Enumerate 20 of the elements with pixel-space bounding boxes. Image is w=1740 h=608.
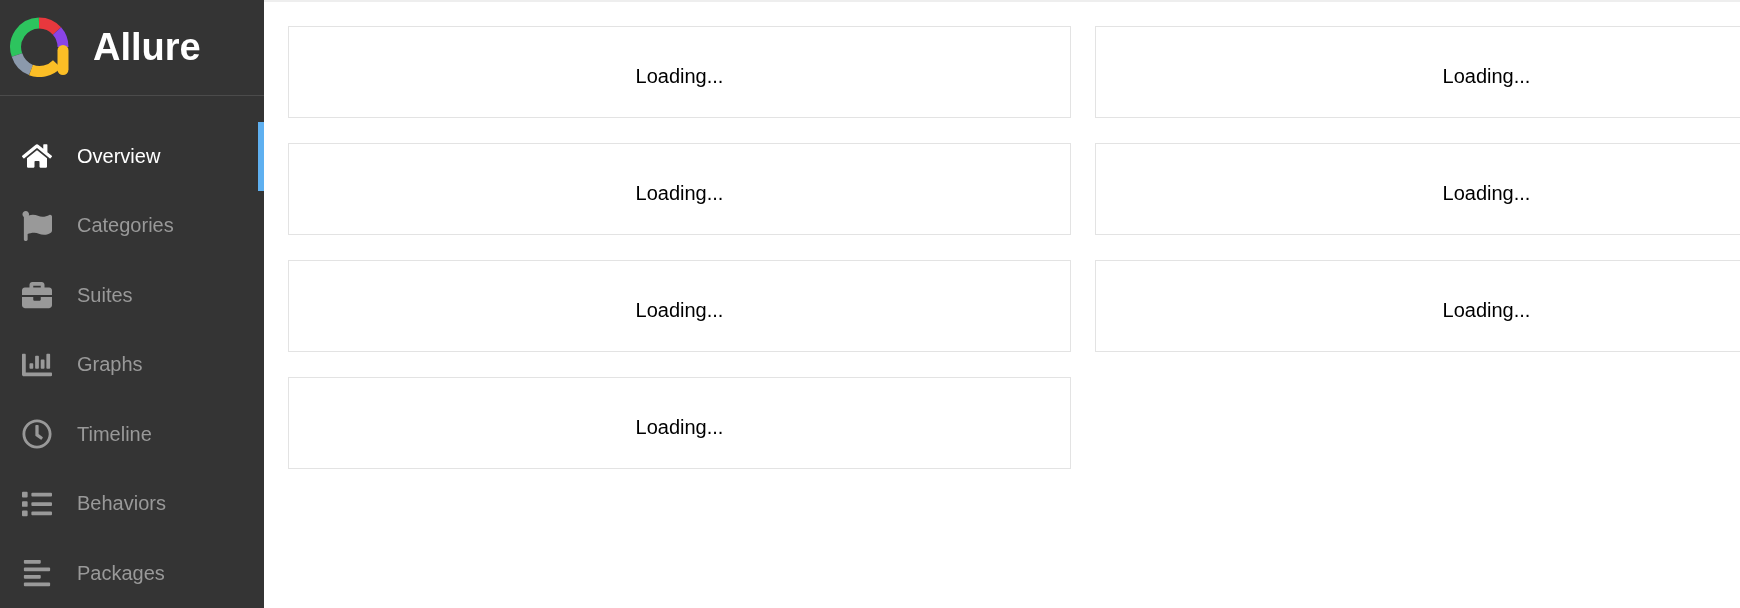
align-left-icon [22, 558, 52, 589]
loading-text: Loading... [1442, 65, 1531, 89]
brand-title: Allure [93, 25, 201, 69]
loading-text: Loading... [1442, 182, 1531, 206]
loading-text: Loading... [635, 416, 724, 440]
logo-icon [9, 17, 69, 78]
nav-item[interactable]: Suites [0, 260, 264, 330]
nav-item[interactable]: Timeline [0, 399, 264, 469]
nav-item[interactable]: Behaviors [0, 469, 264, 539]
flag-icon [22, 210, 52, 241]
nav-item[interactable]: Categories [0, 191, 264, 261]
clock-icon [22, 419, 52, 450]
nav-item[interactable]: Packages [0, 538, 264, 608]
loading-text: Loading... [635, 182, 724, 206]
nav-item[interactable]: Overview [0, 121, 264, 191]
loading-text: Loading... [1442, 299, 1531, 323]
nav-item[interactable]: Graphs [0, 330, 264, 400]
briefcase-icon [22, 280, 52, 311]
loading-text: Loading... [635, 299, 724, 323]
loading-text: Loading... [635, 65, 724, 89]
